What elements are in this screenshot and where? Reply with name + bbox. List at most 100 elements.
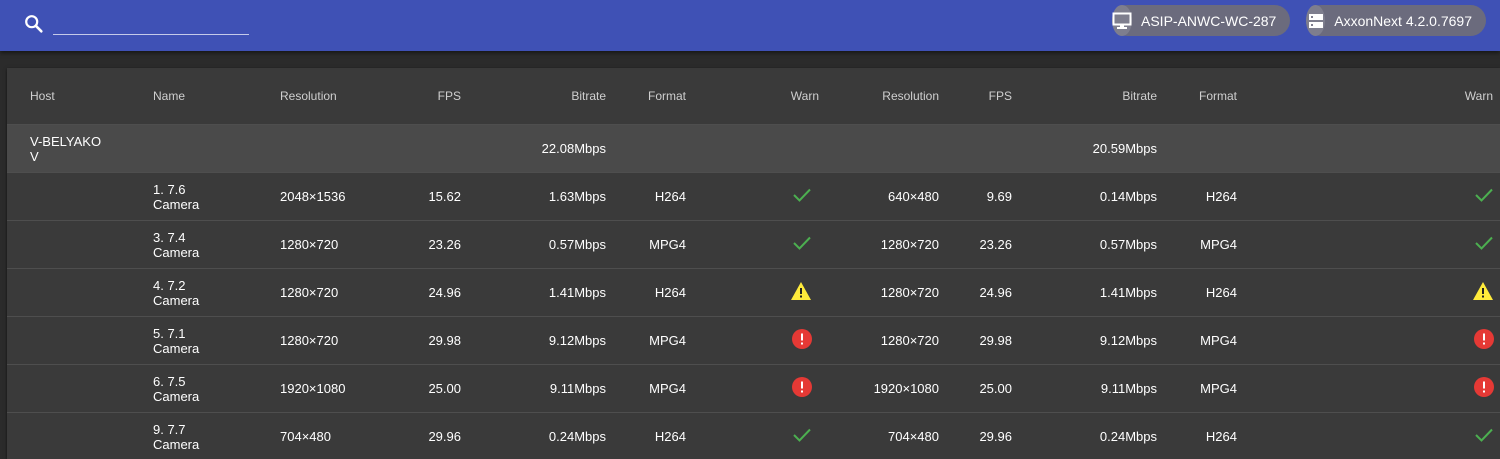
- format-cell: H264: [606, 268, 686, 317]
- col-header-warn-2[interactable]: Warn: [1237, 68, 1500, 125]
- fps-cell-2: 29.96: [939, 412, 1012, 459]
- bitrate-cell: 0.24Mbps: [461, 412, 606, 459]
- format-cell-2: H264: [1157, 172, 1237, 221]
- bitrate-cell-2: 0.14Mbps: [1012, 172, 1157, 221]
- format-cell-2: MPG4: [1157, 220, 1237, 269]
- format-cell-2: MPG4: [1157, 364, 1237, 413]
- fps-cell: 25.00: [402, 364, 461, 413]
- bitrate-cell-2: 1.41Mbps: [1012, 268, 1157, 317]
- format-cell-2: H264: [1157, 412, 1237, 459]
- format-cell: MPG4: [606, 220, 686, 269]
- stream-table-panel: Host Name Resolution FPS Bitrate Format …: [7, 68, 1500, 459]
- warn-cell-2: [1237, 316, 1500, 365]
- bitrate-cell: 9.11Mbps: [461, 364, 606, 413]
- stream-table: Host Name Resolution FPS Bitrate Format …: [7, 68, 1500, 459]
- camera-name: 5. 7.1 Camera: [153, 316, 280, 365]
- table-row[interactable]: 6. 7.5 Camera 1920×1080 25.00 9.11Mbps MPG4 1…: [7, 364, 1500, 413]
- camera-name: 3. 7.4 Camera: [153, 220, 280, 269]
- error-icon: [1474, 329, 1494, 352]
- fps-cell-2: 25.00: [939, 364, 1012, 413]
- format-cell: MPG4: [606, 316, 686, 365]
- col-header-resolution[interactable]: Resolution: [280, 68, 402, 125]
- resolution-cell: 1280×720: [280, 220, 402, 269]
- group-bitrate-1: 22.08Mbps: [461, 124, 606, 173]
- col-header-fps[interactable]: FPS: [402, 68, 461, 125]
- host-chip-label: ASIP-ANWC-WC-287: [1141, 12, 1277, 29]
- monitor-icon: [1112, 5, 1132, 36]
- resolution-cell: 1280×720: [280, 268, 402, 317]
- error-icon: [1474, 377, 1494, 400]
- checkmark-icon: [1474, 187, 1494, 206]
- warn-cell-2: [1237, 172, 1500, 221]
- bitrate-cell: 1.41Mbps: [461, 268, 606, 317]
- warn-cell-2: [1237, 220, 1500, 269]
- table-row[interactable]: 3. 7.4 Camera 1280×720 23.26 0.57Mbps MPG4 12…: [7, 220, 1500, 269]
- resolution-cell-2: 1280×720: [819, 268, 939, 317]
- server-icon: [1306, 5, 1326, 36]
- fps-cell-2: 23.26: [939, 220, 1012, 269]
- host-cell: [7, 412, 153, 459]
- col-header-format[interactable]: Format: [606, 68, 686, 125]
- table-row[interactable]: 4. 7.2 Camera 1280×720 24.96 1.41Mbps H264 12…: [7, 268, 1500, 317]
- col-header-bitrate[interactable]: Bitrate: [461, 68, 606, 125]
- warn-cell-2: [1237, 268, 1500, 317]
- format-cell: H264: [606, 412, 686, 459]
- format-cell: H264: [606, 172, 686, 221]
- camera-name: 4. 7.2 Camera: [153, 268, 280, 317]
- fps-cell: 23.26: [402, 220, 461, 269]
- warn-cell: [686, 412, 819, 459]
- warning-icon: [790, 281, 812, 304]
- resolution-cell: 704×480: [280, 412, 402, 459]
- resolution-cell-2: 640×480: [819, 172, 939, 221]
- checkmark-icon: [792, 427, 812, 446]
- error-icon: [792, 377, 812, 400]
- fps-cell: 15.62: [402, 172, 461, 221]
- top-app-bar: ASIP-ANWC-WC-287 AxxonNext 4.2.0.7697: [0, 0, 1500, 51]
- camera-name: 9. 7.7 Camera: [153, 412, 280, 459]
- col-header-resolution-2[interactable]: Resolution: [819, 68, 939, 125]
- bitrate-cell-2: 0.57Mbps: [1012, 220, 1157, 269]
- warn-cell: [686, 268, 819, 317]
- warn-cell-2: [1237, 412, 1500, 459]
- col-header-name[interactable]: Name: [153, 68, 280, 125]
- host-cell: [7, 316, 153, 365]
- checkmark-icon: [792, 187, 812, 206]
- search-input[interactable]: [53, 12, 249, 35]
- table-row[interactable]: 1. 7.6 Camera 2048×1536 15.62 1.63Mbps H264 6…: [7, 172, 1500, 221]
- fps-cell: 29.96: [402, 412, 461, 459]
- host-cell: [7, 220, 153, 269]
- error-icon: [792, 329, 812, 352]
- col-header-format-2[interactable]: Format: [1157, 68, 1237, 125]
- fps-cell-2: 29.98: [939, 316, 1012, 365]
- resolution-cell: 1280×720: [280, 316, 402, 365]
- table-row[interactable]: 5. 7.1 Camera 1280×720 29.98 9.12Mbps MPG4 12…: [7, 316, 1500, 365]
- camera-name: 6. 7.5 Camera: [153, 364, 280, 413]
- col-header-fps-2[interactable]: FPS: [939, 68, 1012, 125]
- table-row[interactable]: 9. 7.7 Camera 704×480 29.96 0.24Mbps H264 704…: [7, 412, 1500, 459]
- resolution-cell-2: 704×480: [819, 412, 939, 459]
- bitrate-cell: 1.63Mbps: [461, 172, 606, 221]
- version-chip[interactable]: AxxonNext 4.2.0.7697: [1306, 5, 1486, 36]
- warn-cell: [686, 364, 819, 413]
- fps-cell-2: 9.69: [939, 172, 1012, 221]
- host-cell: [7, 172, 153, 221]
- col-header-warn[interactable]: Warn: [686, 68, 819, 125]
- host-group-row[interactable]: V-BELYAKOV 22.08Mbps 20.59Mbps: [7, 124, 1500, 173]
- bitrate-cell: 9.12Mbps: [461, 316, 606, 365]
- col-header-host[interactable]: Host: [7, 68, 153, 125]
- host-chip[interactable]: ASIP-ANWC-WC-287: [1112, 5, 1290, 36]
- search-icon[interactable]: [23, 13, 45, 35]
- version-chip-label: AxxonNext 4.2.0.7697: [1334, 12, 1472, 29]
- format-cell-2: MPG4: [1157, 316, 1237, 365]
- col-header-bitrate-2[interactable]: Bitrate: [1012, 68, 1157, 125]
- host-cell: [7, 364, 153, 413]
- group-bitrate-2: 20.59Mbps: [1012, 124, 1157, 173]
- checkmark-icon: [1474, 235, 1494, 254]
- resolution-cell-2: 1920×1080: [819, 364, 939, 413]
- bitrate-cell-2: 0.24Mbps: [1012, 412, 1157, 459]
- checkmark-icon: [792, 235, 812, 254]
- bitrate-cell-2: 9.12Mbps: [1012, 316, 1157, 365]
- warn-cell-2: [1237, 364, 1500, 413]
- format-cell-2: H264: [1157, 268, 1237, 317]
- warning-icon: [1472, 281, 1494, 304]
